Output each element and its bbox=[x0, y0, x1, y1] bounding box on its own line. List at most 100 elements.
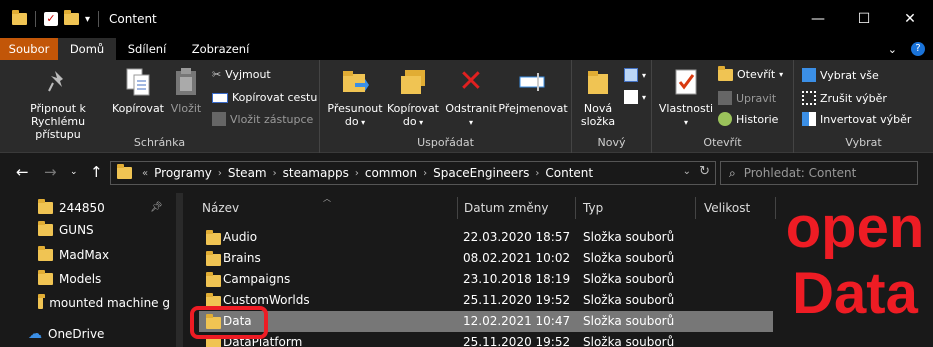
move-to-button[interactable]: Přesunout do ▾ bbox=[324, 66, 386, 129]
nav-item[interactable]: Models bbox=[38, 268, 101, 290]
rename-label: Přejmenovat bbox=[498, 102, 568, 115]
quick-access-dropdown-icon[interactable]: ▾ bbox=[85, 14, 90, 25]
chevron-right-icon[interactable]: › bbox=[273, 168, 277, 179]
pin-icon[interactable]: 📌︎ bbox=[150, 202, 163, 213]
chevron-right-icon[interactable]: › bbox=[535, 168, 539, 179]
tab-home[interactable]: Domů bbox=[58, 38, 116, 60]
open-button[interactable]: Otevřít ▾ bbox=[718, 65, 783, 81]
copy-to-button[interactable]: Kopírovat do ▾ bbox=[382, 66, 444, 129]
breadcrumb-common[interactable]: common bbox=[365, 166, 417, 180]
refresh-icon[interactable]: ↻ bbox=[699, 164, 710, 179]
group-open: Vlastnosti ▾ Otevřít ▾ Upravit Historie Ot… bbox=[652, 60, 794, 153]
table-row[interactable]: Campaigns 23.10.2018 18:19 Složka soubor… bbox=[199, 269, 773, 290]
copy-to-label: Kopírovat do bbox=[386, 102, 439, 128]
copy-button[interactable]: Kopírovat bbox=[110, 66, 166, 115]
table-row[interactable]: Audio 22.03.2020 18:57 Složka souborů bbox=[199, 227, 773, 248]
rename-button[interactable]: Přejmenovat bbox=[498, 66, 568, 115]
tab-view[interactable]: Zobrazení bbox=[178, 38, 263, 60]
file-name: Brains bbox=[223, 251, 261, 265]
table-row-selected[interactable]: Data 12.02.2021 10:47 Složka souborů bbox=[199, 311, 773, 332]
column-divider[interactable] bbox=[695, 197, 696, 219]
select-all-button[interactable]: Vybrat vše bbox=[802, 68, 879, 82]
properties-check-icon[interactable]: ✓ bbox=[44, 12, 58, 26]
invert-selection-button[interactable]: Invertovat výběr bbox=[802, 112, 911, 126]
paste-shortcut-icon bbox=[212, 112, 226, 126]
new-item-button[interactable]: ▾ bbox=[624, 68, 646, 82]
nav-item-onedrive[interactable]: ☁ OneDrive bbox=[28, 323, 104, 345]
file-type: Složka souborů bbox=[583, 335, 675, 347]
chevron-right-icon[interactable]: › bbox=[218, 168, 222, 179]
scrollbar[interactable] bbox=[176, 193, 183, 347]
copy-to-icon bbox=[401, 70, 425, 94]
new-folder-button[interactable]: Nová složka bbox=[576, 66, 620, 128]
table-row[interactable]: Brains 08.02.2021 10:02 Složka souborů bbox=[199, 248, 773, 269]
group-label: Schránka bbox=[133, 136, 186, 149]
close-button[interactable]: ✕ bbox=[887, 0, 933, 38]
column-header-name[interactable]: Název bbox=[202, 193, 239, 223]
folder-icon bbox=[206, 230, 221, 245]
column-header-date[interactable]: Datum změny bbox=[464, 193, 549, 223]
new-folder-icon[interactable] bbox=[64, 10, 79, 25]
easy-access-button[interactable]: ▾ bbox=[624, 90, 646, 104]
sort-ascending-icon: ︿ bbox=[323, 194, 331, 203]
new-item-icon bbox=[624, 68, 638, 82]
nav-item[interactable]: MadMax bbox=[38, 244, 109, 266]
forward-arrow-icon[interactable]: → bbox=[44, 163, 57, 181]
table-row[interactable]: DataPlatform 25.11.2020 19:52 Složka sou… bbox=[199, 332, 773, 347]
back-arrow-icon[interactable]: ← bbox=[16, 163, 29, 181]
help-icon[interactable]: ? bbox=[911, 42, 925, 56]
address-dropdown-icon[interactable]: ⌄ bbox=[683, 166, 691, 177]
rename-icon bbox=[519, 73, 545, 91]
breadcrumb-steamapps[interactable]: steamapps bbox=[283, 166, 349, 180]
up-arrow-icon[interactable]: ↑ bbox=[90, 163, 103, 181]
column-header-type[interactable]: Typ bbox=[583, 193, 603, 223]
easy-access-icon bbox=[624, 90, 638, 104]
table-row[interactable]: CustomWorlds 25.11.2020 19:52 Složka sou… bbox=[199, 290, 773, 311]
edit-button[interactable]: Upravit bbox=[718, 91, 776, 105]
nav-item[interactable]: GUNS bbox=[38, 219, 94, 241]
breadcrumb-content[interactable]: Content bbox=[545, 166, 593, 180]
cut-label: Vyjmout bbox=[225, 68, 271, 81]
paste-shortcut-label: Vložit zástupce bbox=[230, 112, 314, 126]
properties-button[interactable]: Vlastnosti ▾ bbox=[656, 66, 716, 129]
collapse-ribbon-icon[interactable]: ⌄ bbox=[888, 43, 897, 56]
minimize-button[interactable]: — bbox=[795, 0, 841, 38]
invert-selection-icon bbox=[802, 112, 816, 126]
paste-button[interactable]: Vložit bbox=[166, 66, 206, 115]
column-divider[interactable] bbox=[775, 197, 776, 219]
breadcrumb-spaceengineers[interactable]: SpaceEngineers bbox=[433, 166, 529, 180]
history-button[interactable]: Historie bbox=[718, 112, 778, 126]
folder-icon bbox=[12, 10, 27, 25]
delete-button[interactable]: ✕ Odstranit ▾ bbox=[444, 66, 498, 129]
chevron-right-icon[interactable]: › bbox=[355, 168, 359, 179]
folder-icon bbox=[38, 199, 53, 214]
address-bar[interactable]: « Programy › Steam › steamapps › common … bbox=[110, 161, 716, 185]
tab-share[interactable]: Sdílení bbox=[116, 38, 178, 60]
annotation-line: Data bbox=[792, 261, 918, 326]
select-none-icon bbox=[802, 91, 816, 105]
maximize-button[interactable]: ☐ bbox=[841, 0, 887, 38]
open-label: Otevřít bbox=[737, 68, 776, 81]
column-divider[interactable] bbox=[575, 197, 576, 219]
search-input[interactable]: ⌕ Prohledat: Content bbox=[720, 161, 918, 185]
file-type: Složka souborů bbox=[583, 230, 675, 244]
select-none-button[interactable]: Zrušit výběr bbox=[802, 91, 887, 105]
copy-path-button[interactable]: Kopírovat cestu bbox=[212, 91, 317, 104]
paste-shortcut-button[interactable]: Vložit zástupce bbox=[212, 112, 313, 126]
pin-quick-access-button[interactable]: Připnout k Rychlému přístupu bbox=[8, 66, 108, 141]
title-bar: ✓ ▾ Content — ☐ ✕ bbox=[0, 0, 933, 38]
breadcrumb-overflow[interactable]: « bbox=[142, 168, 148, 179]
nav-item-label: MadMax bbox=[59, 248, 110, 262]
cut-button[interactable]: ✂ Vyjmout bbox=[212, 68, 271, 81]
column-divider[interactable] bbox=[457, 197, 458, 219]
breadcrumb-programy[interactable]: Programy bbox=[154, 166, 212, 180]
column-header-size[interactable]: Velikost bbox=[704, 193, 750, 223]
chevron-right-icon[interactable]: › bbox=[423, 168, 427, 179]
nav-item[interactable]: 244850 bbox=[38, 197, 105, 219]
group-label: Otevřít bbox=[703, 136, 742, 149]
tab-file[interactable]: Soubor bbox=[0, 38, 58, 60]
nav-item[interactable]: mounted machine g bbox=[38, 292, 170, 314]
recent-locations-icon[interactable]: ⌄ bbox=[70, 167, 78, 177]
copy-label: Kopírovat bbox=[111, 102, 164, 115]
breadcrumb-steam[interactable]: Steam bbox=[228, 166, 267, 180]
